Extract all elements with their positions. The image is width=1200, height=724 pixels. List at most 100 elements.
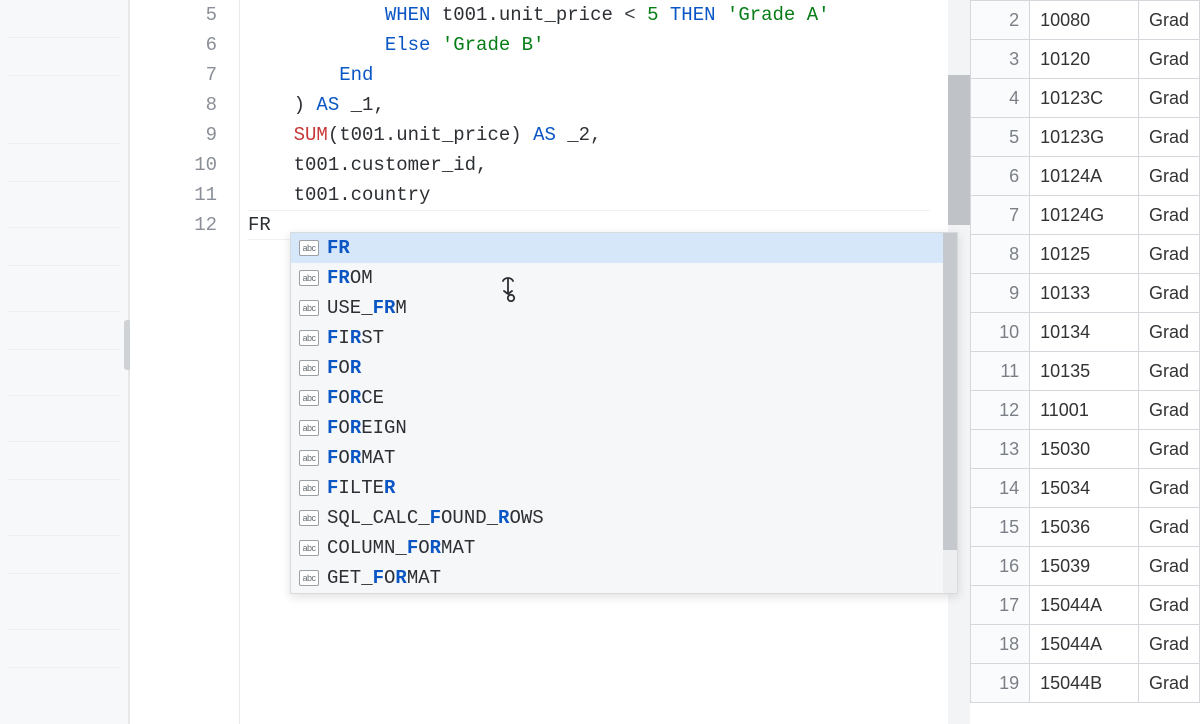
stock-code-cell[interactable]: 15030	[1030, 430, 1139, 469]
grade-cell[interactable]: Grad	[1138, 352, 1199, 391]
table-row[interactable]: 1315030Grad	[971, 430, 1200, 469]
table-row[interactable]: 1211001Grad	[971, 391, 1200, 430]
table-row[interactable]: 1515036Grad	[971, 508, 1200, 547]
grade-cell[interactable]: Grad	[1138, 40, 1199, 79]
grade-cell[interactable]: Grad	[1138, 664, 1199, 703]
grade-cell[interactable]: Grad	[1138, 547, 1199, 586]
stock-code-cell[interactable]: 10080	[1030, 1, 1139, 40]
autocomplete-item[interactable]: abcCOLUMN_FORMAT	[291, 533, 957, 563]
autocomplete-item[interactable]: abcFORCE	[291, 383, 957, 413]
grade-cell[interactable]: Grad	[1138, 235, 1199, 274]
table-row[interactable]: 1010134Grad	[971, 313, 1200, 352]
grade-cell[interactable]: Grad	[1138, 118, 1199, 157]
grade-cell[interactable]: Grad	[1138, 391, 1199, 430]
table-row[interactable]: 1915044BGrad	[971, 664, 1200, 703]
stock-code-cell[interactable]: 15036	[1030, 508, 1139, 547]
stock-code-cell[interactable]: 15034	[1030, 469, 1139, 508]
autocomplete-scrollbar[interactable]	[943, 233, 957, 593]
autocomplete-scroll-thumb[interactable]	[943, 233, 957, 550]
autocomplete-item[interactable]: abcSQL_CALC_FOUND_ROWS	[291, 503, 957, 533]
keyword-icon: abc	[299, 540, 319, 556]
autocomplete-item[interactable]: abcFILTER	[291, 473, 957, 503]
code-token: AS	[316, 94, 339, 116]
code-line[interactable]: WHEN t001.unit_price < 5 THEN 'Grade A'	[248, 0, 970, 30]
table-row[interactable]: 510123GGrad	[971, 118, 1200, 157]
table-row[interactable]: 310120Grad	[971, 40, 1200, 79]
stock-code-cell[interactable]: 10125	[1030, 235, 1139, 274]
code-line[interactable]: ) AS _1,	[248, 90, 970, 120]
stock-code-cell[interactable]: 15044A	[1030, 625, 1139, 664]
row-number-cell: 11	[971, 352, 1030, 391]
autocomplete-label: FOR	[327, 357, 361, 379]
autocomplete-popup[interactable]: abcFRabcFROMabcUSE_FRMabcFIRSTabcFORabcF…	[290, 232, 958, 594]
autocomplete-item[interactable]: abcFOR	[291, 353, 957, 383]
keyword-icon: abc	[299, 270, 319, 286]
autocomplete-item[interactable]: abcFR	[291, 233, 957, 263]
table-row[interactable]: 810125Grad	[971, 235, 1200, 274]
code-line[interactable]: SUM(t001.unit_price) AS _2,	[248, 120, 970, 150]
table-row[interactable]: 1615039Grad	[971, 547, 1200, 586]
table-row[interactable]: 1110135Grad	[971, 352, 1200, 391]
table-row[interactable]: 610124AGrad	[971, 157, 1200, 196]
table-row[interactable]: 1715044AGrad	[971, 586, 1200, 625]
code-area[interactable]: WHEN t001.unit_price < 5 THEN 'Grade A' …	[248, 0, 970, 240]
stock-code-cell[interactable]: 10120	[1030, 40, 1139, 79]
stock-code-cell[interactable]: 11001	[1030, 391, 1139, 430]
code-token: 5	[647, 4, 658, 26]
autocomplete-item[interactable]: abcFORMAT	[291, 443, 957, 473]
stock-code-cell[interactable]: 15044A	[1030, 586, 1139, 625]
autocomplete-item[interactable]: abcUSE_FRM	[291, 293, 957, 323]
grade-cell[interactable]: Grad	[1138, 508, 1199, 547]
code-line[interactable]: Else 'Grade B'	[248, 30, 970, 60]
row-number-cell: 4	[971, 79, 1030, 118]
stock-code-cell[interactable]: 15044B	[1030, 664, 1139, 703]
stock-code-cell[interactable]: 10134	[1030, 313, 1139, 352]
code-line[interactable]: End	[248, 60, 970, 90]
line-number: 8	[130, 90, 239, 120]
stock-code-cell[interactable]: 10123G	[1030, 118, 1139, 157]
line-number: 9	[130, 120, 239, 150]
stock-code-cell[interactable]: 10135	[1030, 352, 1139, 391]
code-line[interactable]: t001.country	[248, 180, 970, 210]
row-number-cell: 13	[971, 430, 1030, 469]
stock-code-cell[interactable]: 15039	[1030, 547, 1139, 586]
table-row[interactable]: 910133Grad	[971, 274, 1200, 313]
grade-cell[interactable]: Grad	[1138, 79, 1199, 118]
grade-cell[interactable]: Grad	[1138, 1, 1199, 40]
code-token	[248, 34, 385, 56]
grade-cell[interactable]: Grad	[1138, 196, 1199, 235]
row-number-cell: 3	[971, 40, 1030, 79]
table-row[interactable]: 710124GGrad	[971, 196, 1200, 235]
panel-row	[8, 536, 120, 574]
grade-cell[interactable]: Grad	[1138, 625, 1199, 664]
grade-cell[interactable]: Grad	[1138, 313, 1199, 352]
autocomplete-item[interactable]: abcGET_FORMAT	[291, 563, 957, 593]
grade-cell[interactable]: Grad	[1138, 157, 1199, 196]
keyword-icon: abc	[299, 390, 319, 406]
autocomplete-item[interactable]: abcFOREIGN	[291, 413, 957, 443]
grade-cell[interactable]: Grad	[1138, 469, 1199, 508]
table-row[interactable]: 1815044AGrad	[971, 625, 1200, 664]
table-row[interactable]: 410123CGrad	[971, 79, 1200, 118]
editor-scroll-thumb[interactable]	[948, 75, 970, 225]
results-grid[interactable]: 210080Grad310120Grad410123CGrad510123GGr…	[970, 0, 1200, 724]
panel-row	[8, 144, 120, 182]
grade-cell[interactable]: Grad	[1138, 586, 1199, 625]
panel-row	[8, 630, 120, 668]
autocomplete-label: FR	[327, 237, 350, 259]
code-line[interactable]: t001.customer_id,	[248, 150, 970, 180]
code-token	[248, 64, 339, 86]
stock-code-cell[interactable]: 10124G	[1030, 196, 1139, 235]
autocomplete-item[interactable]: abcFROM	[291, 263, 957, 293]
grade-cell[interactable]: Grad	[1138, 430, 1199, 469]
stock-code-cell[interactable]: 10123C	[1030, 79, 1139, 118]
code-token	[636, 4, 647, 26]
grade-cell[interactable]: Grad	[1138, 274, 1199, 313]
autocomplete-item[interactable]: abcFIRST	[291, 323, 957, 353]
stock-code-cell[interactable]: 10133	[1030, 274, 1139, 313]
row-number-cell: 14	[971, 469, 1030, 508]
sql-editor[interactable]: 56789101112 WHEN t001.unit_price < 5 THE…	[130, 0, 970, 724]
table-row[interactable]: 1415034Grad	[971, 469, 1200, 508]
stock-code-cell[interactable]: 10124A	[1030, 157, 1139, 196]
table-row[interactable]: 210080Grad	[971, 1, 1200, 40]
